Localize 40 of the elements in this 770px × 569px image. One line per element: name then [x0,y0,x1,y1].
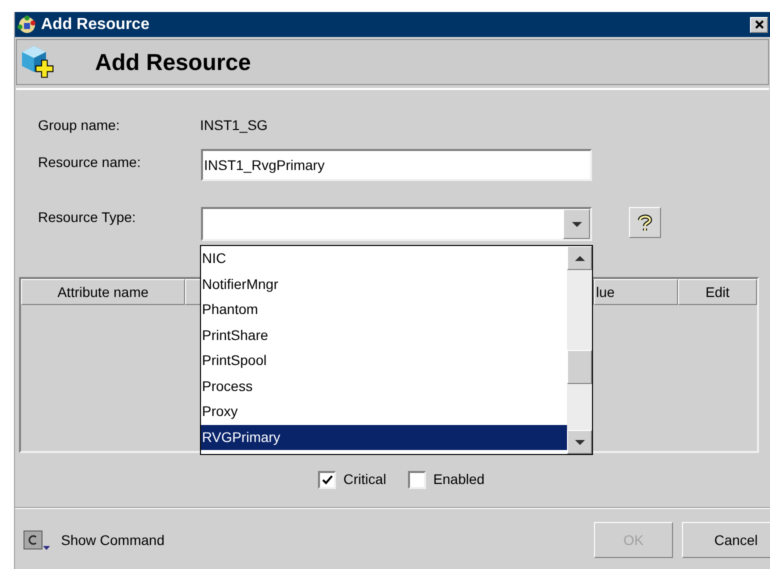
scroll-thumb[interactable] [567,350,592,384]
dropdown-option[interactable]: PrintSpool [201,348,567,374]
checkbox[interactable] [408,470,426,488]
question-mark-icon [638,214,652,232]
resource-name-label: Resource name: [38,152,142,172]
header-title: Add Resource [95,48,251,77]
checkbox-label: Critical [343,470,386,489]
checkbox[interactable] [318,470,336,488]
show-command-button[interactable]: Show Command [23,529,164,551]
help-button[interactable] [629,207,661,238]
resource-type-combobox[interactable] [201,207,592,241]
scroll-up-button[interactable] [567,246,592,270]
column-header[interactable]: Edit [678,279,757,305]
close-button[interactable] [750,16,768,32]
resource-type-label: Resource Type: [38,208,137,227]
dropdown-option[interactable]: RVGPrimary [201,424,567,450]
dropdown-arrow-button[interactable] [563,209,590,239]
group-name-label: Group name: [38,116,121,135]
close-icon [754,20,764,29]
group-name-value: INST1_SG [200,116,268,135]
command-icon [23,529,51,551]
checkbox-label: Enabled [433,470,485,489]
app-icon [17,14,37,34]
caret-down-icon [572,222,582,226]
caret-down-icon [574,440,584,444]
dropdown-option[interactable]: NIC [201,246,567,272]
dropdown-option[interactable]: NotifierMngr [201,272,567,297]
resource-name-field[interactable]: INST1_RvgPrimary [201,149,592,181]
dropdown-option[interactable]: Process [201,374,567,399]
caret-up-icon [574,256,584,260]
column-header[interactable]: Attribute name [21,279,185,305]
scroll-down-button[interactable] [567,430,592,454]
dialog-button[interactable]: Cancel [682,522,770,558]
dropdown-option[interactable]: Phantom [201,297,567,322]
column-header[interactable]: lue [594,279,678,305]
dropdown-option[interactable]: Proxy [201,399,567,424]
check-icon [322,474,333,484]
window-title: Add Resource [41,14,150,34]
scrollbar[interactable] [567,246,592,454]
dropdown-option[interactable]: PrintShare [201,322,567,348]
